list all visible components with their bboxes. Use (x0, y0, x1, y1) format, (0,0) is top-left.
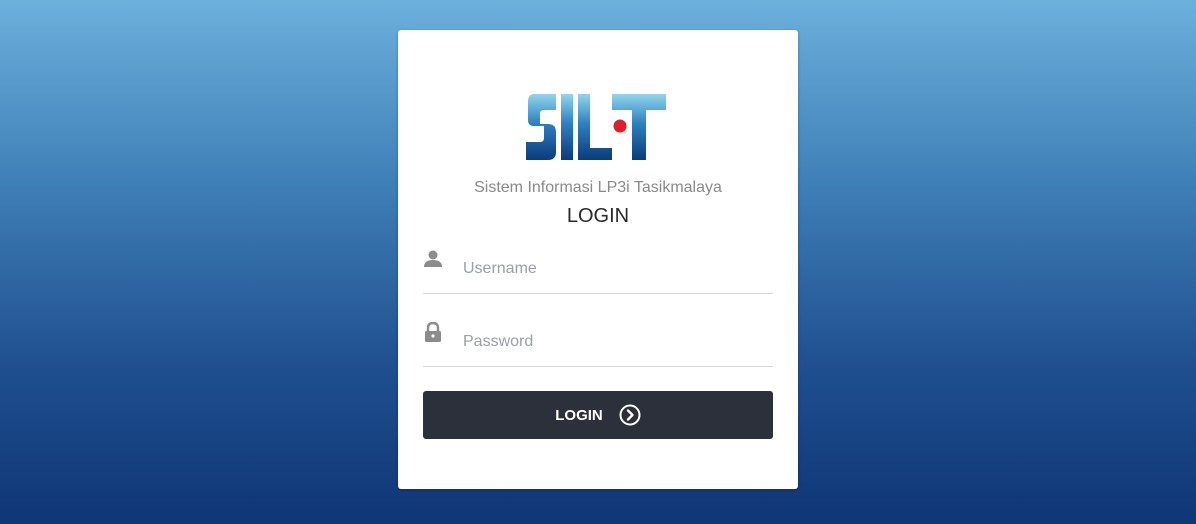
silt-logo (526, 94, 666, 160)
username-field (423, 245, 773, 294)
lock-icon (425, 322, 441, 342)
login-card: Sistem Informasi LP3i Tasikmalaya LOGIN … (398, 30, 798, 489)
username-input[interactable] (463, 257, 763, 281)
login-button[interactable]: LOGIN (423, 391, 773, 439)
app-subtitle: Sistem Informasi LP3i Tasikmalaya (474, 179, 722, 196)
page-title: LOGIN (566, 205, 630, 227)
user-icon (424, 250, 442, 267)
chevron-right-circle-icon (619, 404, 641, 426)
password-field (423, 318, 773, 367)
login-button-label: LOGIN (555, 406, 603, 424)
password-input[interactable] (463, 330, 763, 354)
